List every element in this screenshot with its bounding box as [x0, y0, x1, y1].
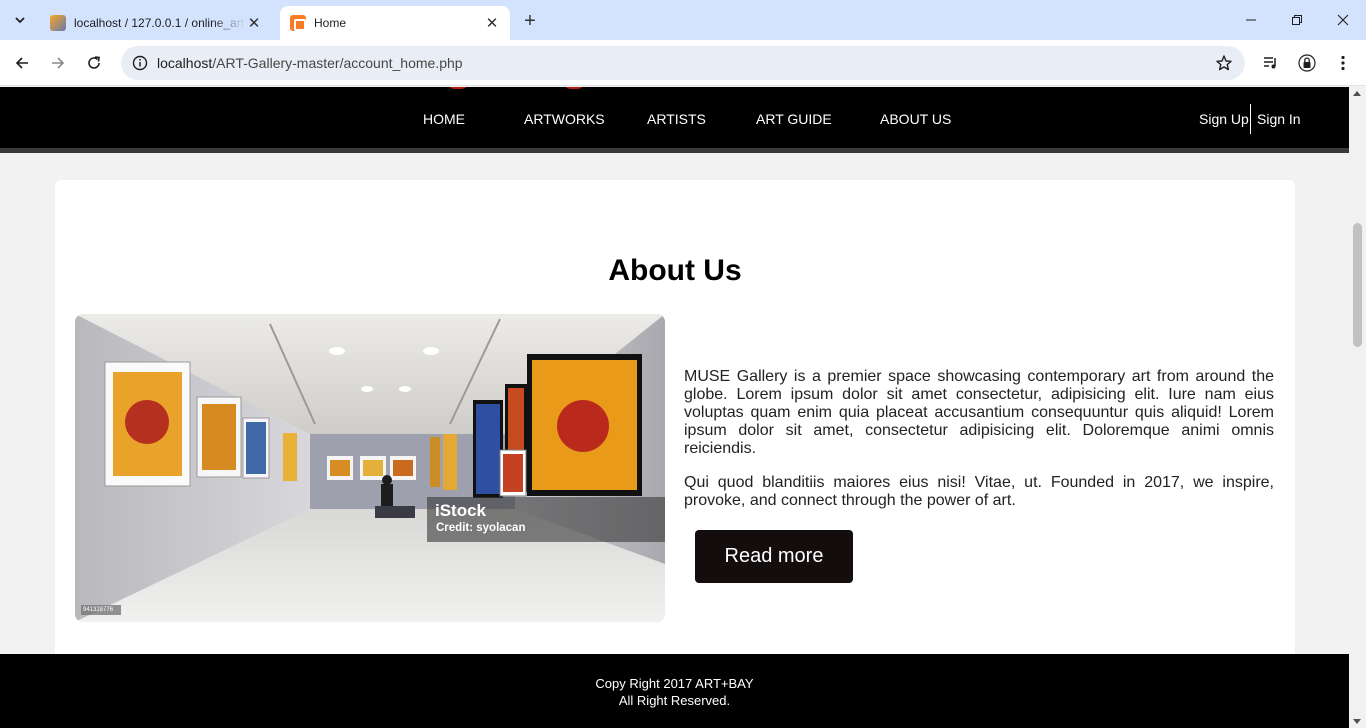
info-icon [132, 55, 148, 71]
minimize-button[interactable] [1228, 0, 1274, 40]
new-tab-button[interactable]: + [518, 9, 542, 33]
tab-search-button[interactable] [8, 8, 32, 32]
about-paragraph: MUSE Gallery is a premier space showcasi… [684, 368, 1274, 457]
site-info-button[interactable] [123, 55, 157, 71]
sign-up-link[interactable]: Sign Up [1199, 111, 1249, 127]
stock-id-label: 941328776 [81, 605, 121, 615]
browser-toolbar: localhost/ART-Gallery-master/account_hom… [0, 40, 1366, 86]
media-control-button[interactable] [1255, 47, 1287, 79]
restore-icon [1292, 15, 1302, 25]
tab-strip: localhost / 127.0.0.1 / online_art ✕ Hom… [0, 0, 1366, 40]
close-window-button[interactable] [1320, 0, 1366, 40]
footer-copyright: Copy Right 2017 ART+BAY [595, 676, 754, 691]
footer-rights: All Right Reserved. [618, 693, 731, 708]
playlist-icon [1264, 57, 1276, 69]
logo-fragment [563, 87, 585, 89]
lock-person-icon [1298, 54, 1316, 72]
sign-in-link[interactable]: Sign In [1257, 111, 1301, 127]
minimize-icon [1246, 19, 1256, 21]
site-footer: Copy Right 2017 ART+BAY All Right Reserv… [0, 654, 1349, 728]
back-button[interactable] [6, 47, 38, 79]
close-icon[interactable]: ✕ [484, 15, 500, 32]
bookmark-button[interactable] [1215, 54, 1233, 77]
tab-title: Home [314, 16, 347, 30]
nav-home[interactable]: HOME [423, 111, 465, 127]
tab-title: localhost / 127.0.0.1 / online_art [74, 16, 245, 30]
close-icon [1337, 14, 1349, 26]
tab-home[interactable]: Home ✕ [280, 6, 510, 40]
more-vert-icon [1341, 55, 1345, 71]
forward-button[interactable] [42, 47, 74, 79]
watermark-band: iStock Credit: syolacan [427, 497, 665, 542]
url-text: localhost/ART-Gallery-master/account_hom… [157, 55, 463, 71]
scroll-down-icon[interactable] [1353, 719, 1361, 724]
arrow-left-icon [15, 57, 28, 69]
about-paragraph: Qui quod blanditiis maiores eius nisi! V… [684, 474, 1274, 509]
address-bar[interactable]: localhost/ART-Gallery-master/account_hom… [121, 46, 1245, 80]
about-card: About Us iStock Credit: syolacan 9413287… [55, 180, 1295, 700]
istock-watermark: iStock [435, 501, 487, 520]
restore-button[interactable] [1274, 0, 1320, 40]
reload-icon [88, 56, 100, 69]
scroll-up-icon[interactable] [1353, 91, 1361, 96]
read-more-button[interactable]: Read more [695, 530, 853, 583]
tab-phpmyadmin[interactable]: localhost / 127.0.0.1 / online_art ✕ [40, 6, 272, 40]
site-navbar: HOME ARTWORKS ARTISTS ART GUIDE ABOUT US… [0, 87, 1349, 153]
about-title: About Us [608, 254, 742, 287]
nav-about-us[interactable]: ABOUT US [880, 111, 951, 127]
close-icon[interactable]: ✕ [246, 15, 262, 32]
auth-divider [1250, 104, 1251, 134]
image-credit: Credit: syolacan [436, 522, 526, 534]
nav-art-guide[interactable]: ART GUIDE [756, 111, 832, 127]
profile-button[interactable] [1291, 47, 1323, 79]
about-description: MUSE Gallery is a premier space showcasi… [684, 368, 1274, 526]
gallery-image: iStock Credit: syolacan 941328776 [75, 314, 665, 622]
reload-button[interactable] [78, 47, 110, 79]
phpmyadmin-icon [50, 15, 66, 31]
xampp-icon [290, 15, 306, 31]
star-icon [1216, 55, 1232, 71]
chevron-down-icon [15, 17, 25, 24]
gallery-illustration [75, 314, 665, 622]
nav-artists[interactable]: ARTISTS [647, 111, 706, 127]
arrow-right-icon [52, 57, 65, 69]
url-host: localhost [157, 55, 213, 71]
logo-fragment [447, 87, 469, 89]
page-viewport: HOME ARTWORKS ARTISTS ART GUIDE ABOUT US… [0, 87, 1349, 728]
nav-artworks[interactable]: ARTWORKS [524, 111, 605, 127]
scroll-thumb[interactable] [1353, 223, 1362, 347]
vertical-scrollbar[interactable] [1349, 87, 1366, 728]
url-path: /ART-Gallery-master/account_home.php [212, 55, 463, 71]
menu-button[interactable] [1327, 47, 1359, 79]
